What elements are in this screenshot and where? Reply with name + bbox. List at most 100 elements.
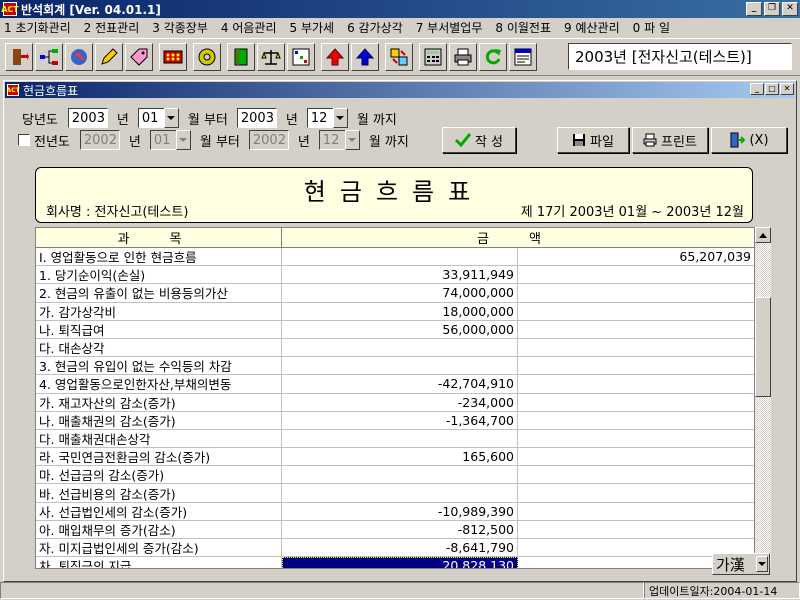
subtotal-cell[interactable]: [518, 484, 754, 501]
toolbar-refresh-button[interactable]: [479, 43, 507, 71]
chevron-down-icon[interactable]: [163, 108, 179, 128]
table-row[interactable]: 가. 재고자산의 감소(증가) -234,000: [36, 393, 754, 412]
menu-file[interactable]: 0 파 일: [633, 19, 670, 36]
account-cell[interactable]: 자. 미지급법인세의 증가(감소): [36, 539, 282, 557]
toolbar-tree-button[interactable]: [35, 43, 63, 71]
menu-vat[interactable]: 5 부가세: [290, 19, 335, 36]
close-button[interactable]: ✕: [782, 2, 798, 16]
child-close-button[interactable]: ✕: [780, 83, 794, 95]
current-from-year-input[interactable]: 2003: [67, 108, 108, 128]
table-row[interactable]: 4. 영업활동으로인한자산,부채의변동 -42,704,910: [36, 375, 754, 394]
table-row[interactable]: 마. 선급금의 감소(증가): [36, 466, 754, 485]
toolbar-book-button[interactable]: [227, 43, 255, 71]
amount-cell[interactable]: -10,989,390: [282, 502, 518, 520]
subtotal-cell[interactable]: [518, 339, 754, 356]
account-cell[interactable]: 라. 국민연금전환금의 감소(증가): [36, 448, 282, 466]
account-cell[interactable]: 4. 영업활동으로인한자산,부채의변동: [36, 375, 282, 393]
table-row[interactable]: 3. 현금의 유입이 없는 수익등의 차감: [36, 357, 754, 376]
account-cell[interactable]: 다. 매출채권대손상각: [36, 429, 282, 448]
toolbar-globe-button[interactable]: [65, 43, 93, 71]
account-cell[interactable]: 차. 퇴직금의 지급: [36, 557, 282, 568]
table-row[interactable]: Ⅰ. 영업활동으로 인한 현금흐름 65,207,039: [36, 248, 754, 267]
toolbar-up-blue-button[interactable]: [351, 43, 379, 71]
menu-department[interactable]: 7 부서별업무: [416, 19, 483, 36]
table-row[interactable]: 나. 매출채권의 감소(증가) -1,364,700: [36, 411, 754, 430]
account-cell[interactable]: Ⅰ. 영업활동으로 인한 현금흐름: [36, 248, 282, 266]
subtotal-cell[interactable]: [518, 284, 754, 301]
toolbar-printer-button[interactable]: [449, 43, 477, 71]
table-row[interactable]: 사. 선급법인세의 감소(증가) -10,989,390: [36, 502, 754, 521]
previous-to-month-select[interactable]: 12: [318, 130, 360, 150]
account-cell[interactable]: 가. 감가상각비: [36, 302, 282, 320]
amount-cell[interactable]: -8,641,790: [282, 539, 518, 557]
amount-cell[interactable]: [282, 484, 518, 502]
chevron-down-icon[interactable]: [344, 130, 360, 150]
table-row[interactable]: 다. 대손상각: [36, 338, 754, 358]
account-cell[interactable]: 나. 매출채권의 감소(증가): [36, 411, 282, 429]
file-button[interactable]: 파일: [557, 127, 629, 153]
table-row[interactable]: 1. 당기순이익(손실) 33,911,949: [36, 266, 754, 285]
table-row[interactable]: 2. 현금의 유출이 없는 비용등의가산 74,000,000: [36, 284, 754, 303]
previous-to-year-input[interactable]: 2002: [248, 130, 289, 150]
current-to-month-select[interactable]: 12: [306, 108, 348, 128]
account-cell[interactable]: 2. 현금의 유출이 없는 비용등의가산: [36, 284, 282, 302]
create-button[interactable]: 작 성: [442, 127, 516, 153]
toolbar-transfer-button[interactable]: [385, 43, 413, 71]
amount-cell[interactable]: -812,500: [282, 520, 518, 538]
chevron-down-icon[interactable]: [332, 108, 348, 128]
menu-depreciation[interactable]: 6 감가상각: [347, 19, 403, 36]
amount-cell[interactable]: 18,000,000: [282, 302, 518, 320]
exit-button[interactable]: (X): [711, 127, 787, 153]
table-row[interactable]: 가. 감가상각비 18,000,000: [36, 302, 754, 321]
amount-cell[interactable]: [282, 248, 518, 266]
menu-budget[interactable]: 9 예산관리: [564, 19, 620, 36]
subtotal-cell[interactable]: [518, 375, 754, 392]
amount-cell[interactable]: [282, 338, 518, 357]
amount-cell[interactable]: [282, 429, 518, 448]
previous-from-month-select[interactable]: 01: [149, 130, 191, 150]
amount-cell[interactable]: 33,911,949: [282, 266, 518, 284]
subtotal-cell[interactable]: [518, 303, 754, 320]
subtotal-cell[interactable]: [518, 321, 754, 338]
print-button[interactable]: 프린트: [632, 127, 708, 153]
table-row[interactable]: 아. 매입채무의 증가(감소) -812,500: [36, 520, 754, 539]
amount-cell[interactable]: -1,364,700: [282, 411, 518, 429]
subtotal-cell[interactable]: [518, 412, 754, 429]
account-cell[interactable]: 나. 퇴직급여: [36, 320, 282, 338]
chevron-down-icon[interactable]: [175, 130, 191, 150]
subtotal-cell[interactable]: [518, 266, 754, 283]
account-cell[interactable]: 마. 선급금의 감소(증가): [36, 466, 282, 484]
subtotal-cell[interactable]: [518, 503, 754, 520]
table-row[interactable]: 자. 미지급법인세의 증가(감소) -8,641,790: [36, 539, 754, 558]
current-to-year-input[interactable]: 2003: [236, 108, 277, 128]
amount-cell[interactable]: 20,828,130: [282, 557, 518, 568]
amount-cell[interactable]: [282, 466, 518, 484]
menu-initialize[interactable]: 1 초기화관리: [4, 19, 71, 36]
ime-indicator[interactable]: 가漢: [712, 553, 770, 575]
menu-ledgers[interactable]: 3 각종장부: [152, 19, 208, 36]
amount-cell[interactable]: 165,600: [282, 448, 518, 466]
subtotal-cell[interactable]: [518, 466, 754, 483]
account-cell[interactable]: 바. 선급비용의 감소(증가): [36, 484, 282, 502]
subtotal-cell[interactable]: [518, 394, 754, 411]
toolbar-pencil-button[interactable]: [95, 43, 123, 71]
subtotal-cell[interactable]: [518, 521, 754, 538]
amount-cell[interactable]: -234,000: [282, 393, 518, 411]
scroll-up-button[interactable]: [755, 227, 771, 243]
amount-cell[interactable]: -42,704,910: [282, 375, 518, 393]
menu-carryover[interactable]: 8 이월전표: [495, 19, 551, 36]
subtotal-cell[interactable]: [518, 357, 754, 374]
amount-cell[interactable]: 74,000,000: [282, 284, 518, 302]
menu-notes[interactable]: 4 어음관리: [221, 19, 277, 36]
toolbar-calculator-button[interactable]: [159, 43, 187, 71]
table-row[interactable]: 다. 매출채권대손상각: [36, 429, 754, 449]
toolbar-exit-button[interactable]: [5, 43, 33, 71]
toolbar-up-red-button[interactable]: [321, 43, 349, 71]
table-vertical-scrollbar[interactable]: [755, 227, 771, 569]
current-from-month-select[interactable]: 01: [137, 108, 179, 128]
table-row[interactable]: 바. 선급비용의 감소(증가): [36, 484, 754, 503]
amount-cell[interactable]: 56,000,000: [282, 320, 518, 338]
previous-year-checkbox[interactable]: [18, 134, 30, 146]
toolbar-keypad-button[interactable]: [419, 43, 447, 71]
account-cell[interactable]: 다. 대손상각: [36, 338, 282, 357]
